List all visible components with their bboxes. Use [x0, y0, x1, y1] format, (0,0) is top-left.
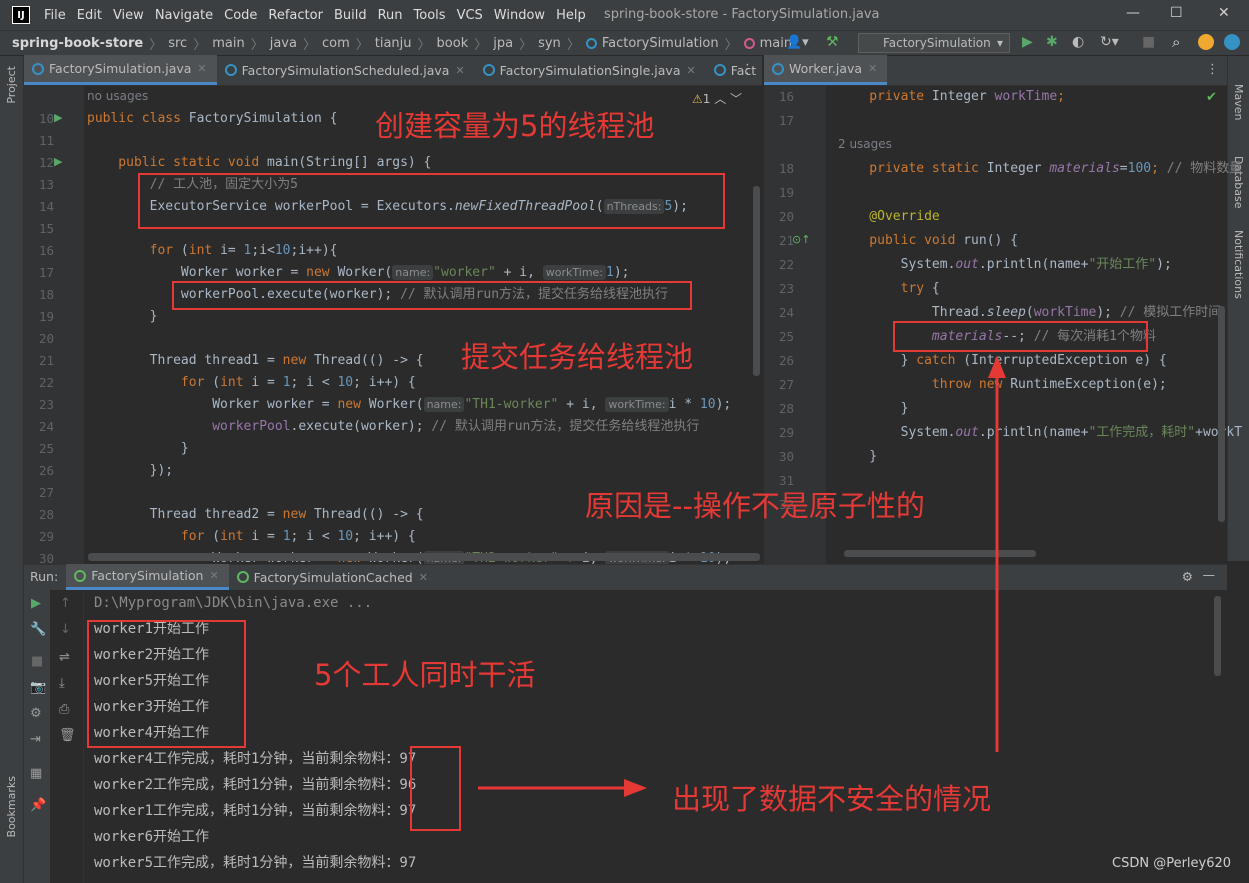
- arrow-right-head: [624, 779, 647, 797]
- arrow-up-head: [988, 356, 1006, 378]
- annotation-arrows: [478, 356, 1006, 797]
- watermark: CSDN @Perley620: [1112, 856, 1232, 871]
